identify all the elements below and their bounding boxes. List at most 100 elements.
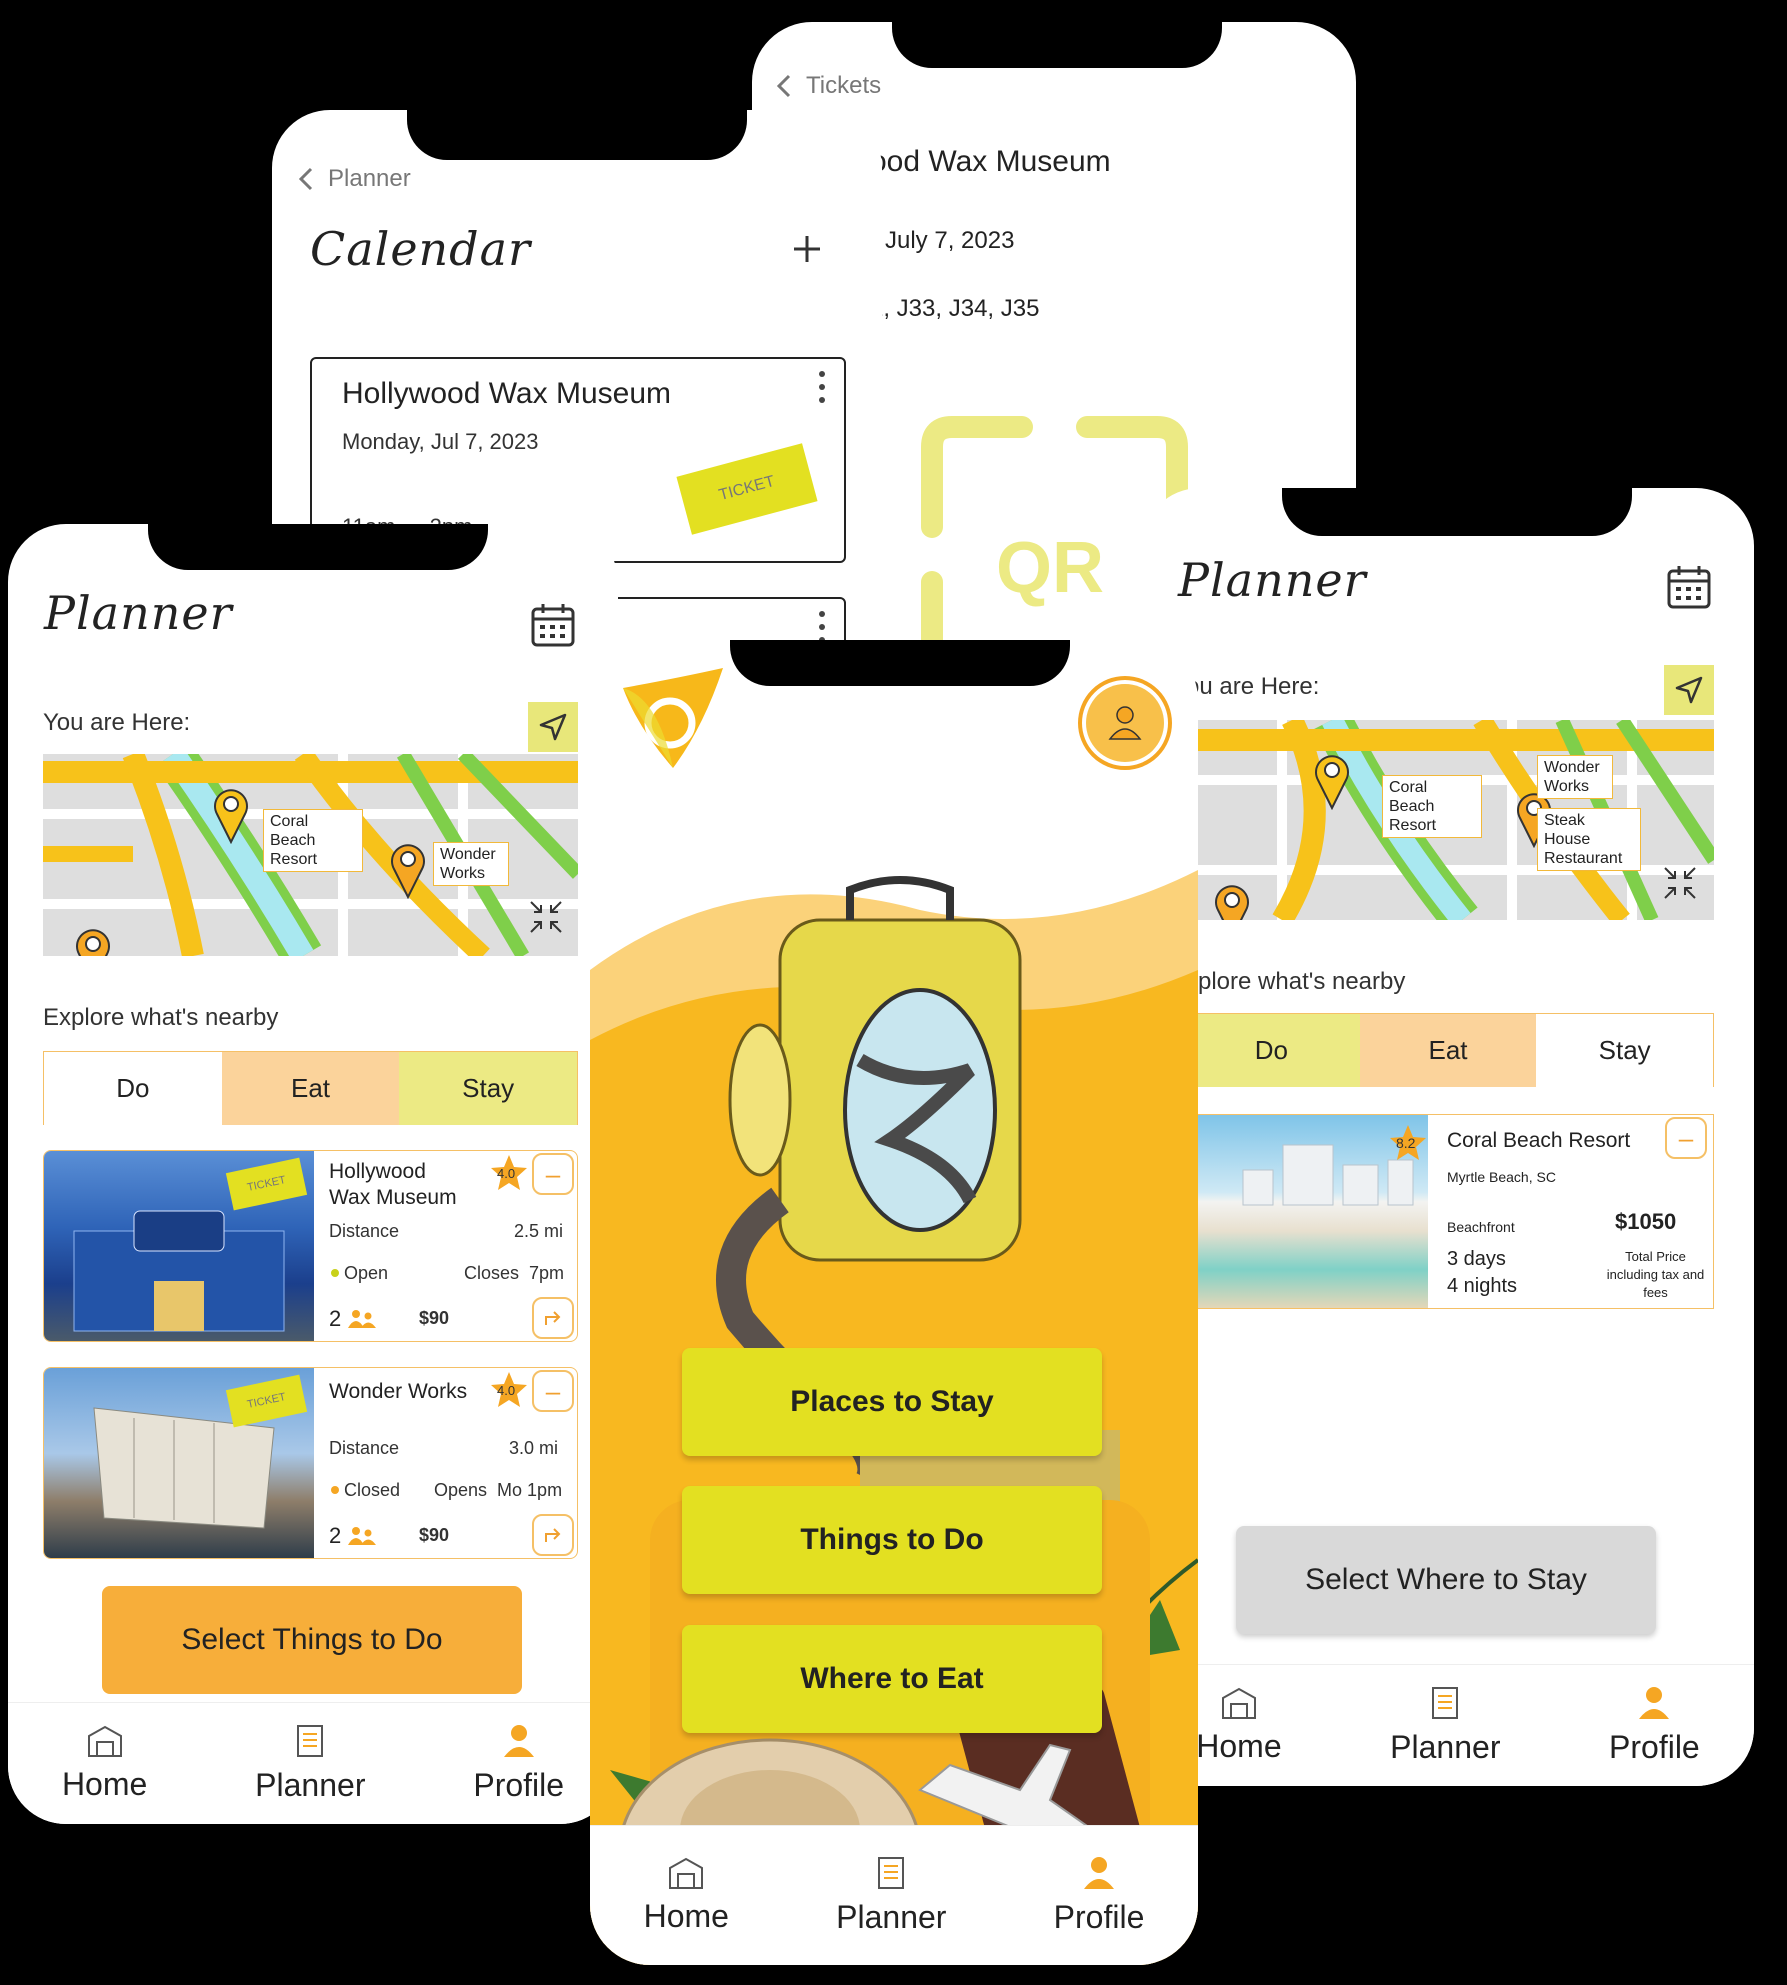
map-label-steak: Steak House Restaurant bbox=[1537, 808, 1641, 871]
category-tabs: Do Eat Stay bbox=[1182, 1013, 1714, 1087]
remove-button[interactable]: – bbox=[1665, 1117, 1707, 1159]
planner-stay-phone: Planner ou are Here: Coral Beach Resort … bbox=[1142, 488, 1754, 1786]
map-label-works: Wonder Works bbox=[1537, 755, 1613, 799]
cta-label: Select Where to Stay bbox=[1305, 1563, 1587, 1596]
remove-button[interactable]: – bbox=[532, 1153, 574, 1195]
nav-home[interactable]: Home bbox=[644, 1856, 729, 1935]
resort-price: $1050 bbox=[1615, 1209, 1677, 1234]
map-view[interactable]: Coral Beach Resort Wonder Works Steak Ho… bbox=[1182, 720, 1714, 920]
ticket-label: TICKET bbox=[246, 1391, 287, 1411]
tab-eat[interactable]: Eat bbox=[221, 1052, 400, 1125]
map-pin-icon[interactable] bbox=[1312, 750, 1352, 810]
you-are-here-label: ou are Here: bbox=[1186, 673, 1320, 700]
resort-nights: 4 nights bbox=[1447, 1275, 1518, 1297]
back-button[interactable]: Planner bbox=[296, 165, 411, 193]
tab-eat[interactable]: Eat bbox=[1359, 1014, 1537, 1087]
collapse-icon[interactable] bbox=[528, 899, 564, 935]
notch bbox=[407, 110, 747, 160]
back-button[interactable]: Tickets bbox=[774, 72, 881, 100]
nav-label: Planner bbox=[1390, 1729, 1501, 1765]
back-label: Planner bbox=[328, 165, 411, 192]
profile-icon bbox=[1108, 706, 1142, 740]
more-vertical-icon[interactable] bbox=[817, 369, 827, 405]
nav-label: Profile bbox=[473, 1767, 565, 1803]
nav-profile[interactable]: Profile bbox=[1609, 1685, 1700, 1766]
where-to-eat-button[interactable]: Where to Eat bbox=[682, 1625, 1102, 1733]
ticket-stamp: TICKET bbox=[676, 443, 818, 535]
plus-icon bbox=[794, 236, 820, 262]
ticket-seats: 2, J33, J34, J35 bbox=[870, 295, 1040, 322]
people-icon bbox=[348, 1310, 376, 1328]
map-label-resort: Coral Beach Resort bbox=[263, 809, 363, 872]
item-name: Hollywood Wax Museum bbox=[329, 1160, 457, 1209]
resort-location: Myrtle Beach, SC bbox=[1447, 1169, 1556, 1185]
locate-button[interactable] bbox=[1664, 665, 1714, 715]
share-button[interactable] bbox=[532, 1297, 574, 1339]
locate-button[interactable] bbox=[528, 702, 578, 752]
profile-avatar-button[interactable] bbox=[1078, 676, 1172, 770]
distance-label: Distance bbox=[329, 1221, 400, 1241]
planner-title: Planner bbox=[1178, 553, 1367, 607]
distance-label: Distance bbox=[329, 1438, 400, 1458]
nav-planner[interactable]: Planner bbox=[1390, 1685, 1500, 1766]
remove-button[interactable]: – bbox=[532, 1370, 574, 1412]
activity-card[interactable]: TICKET Hollywood Wax Museum 4.0 – Distan… bbox=[43, 1150, 578, 1342]
nav-home[interactable]: Home bbox=[62, 1724, 147, 1803]
status-dot bbox=[331, 1486, 339, 1494]
add-event-button[interactable] bbox=[792, 225, 822, 275]
calendar-icon[interactable] bbox=[530, 602, 576, 648]
map-label-resort: Coral Beach Resort bbox=[1382, 775, 1482, 838]
hours-text: Closes 7pm bbox=[464, 1263, 565, 1283]
you-are-here-label: You are Here: bbox=[43, 709, 191, 736]
things-to-do-button[interactable]: Things to Do bbox=[682, 1486, 1102, 1594]
tab-stay[interactable]: Stay bbox=[399, 1052, 578, 1125]
places-to-stay-button[interactable]: Places to Stay bbox=[682, 1348, 1102, 1456]
select-things-to-do-button[interactable]: Select Things to Do bbox=[102, 1586, 522, 1694]
nav-home[interactable]: Home bbox=[1196, 1686, 1282, 1765]
explore-label: xplore what's nearby bbox=[1186, 968, 1406, 995]
rating-value: 4.0 bbox=[497, 1383, 516, 1398]
calendar-title: Calendar bbox=[310, 222, 532, 276]
select-where-to-stay-button[interactable]: Select Where to Stay bbox=[1236, 1526, 1656, 1634]
tab-label: Do bbox=[116, 1073, 150, 1103]
forward-arrow-icon bbox=[545, 1528, 561, 1542]
ticket-label: TICKET bbox=[717, 472, 777, 505]
collapse-icon[interactable] bbox=[1662, 865, 1698, 901]
stay-card[interactable]: 8.2 Coral Beach Resort Myrtle Beach, SC … bbox=[1182, 1114, 1714, 1309]
nav-label: Profile bbox=[1053, 1899, 1145, 1935]
share-button[interactable] bbox=[532, 1514, 574, 1556]
tab-do[interactable]: Do bbox=[1183, 1014, 1360, 1087]
bottom-nav: Home Planner Profile bbox=[590, 1825, 1198, 1965]
home-icon bbox=[87, 1725, 122, 1757]
map-label-works: Wonder Works bbox=[433, 842, 509, 886]
profile-icon bbox=[1084, 1857, 1114, 1889]
event-date: Monday, Jul 7, 2023 bbox=[342, 429, 539, 454]
profile-icon bbox=[503, 1725, 534, 1757]
people-icon bbox=[348, 1527, 376, 1545]
planner-title: Planner bbox=[44, 586, 233, 640]
button-label: Where to Eat bbox=[800, 1662, 984, 1695]
activity-card[interactable]: TICKET Wonder Works 4.0 – Distance 3.0 m… bbox=[43, 1367, 578, 1559]
nav-planner[interactable]: Planner bbox=[255, 1723, 365, 1804]
planner-do-phone: Planner You are Here: Coral Beach Resort… bbox=[8, 524, 618, 1824]
ticket-title: ood Wax Museum bbox=[870, 145, 1111, 178]
map-pin-icon[interactable] bbox=[73, 924, 113, 956]
home-icon bbox=[669, 1857, 704, 1889]
tab-label: Eat bbox=[290, 1073, 331, 1103]
calendar-icon[interactable] bbox=[1666, 564, 1712, 610]
map-pin-icon[interactable] bbox=[1212, 880, 1252, 920]
tab-do[interactable]: Do bbox=[44, 1052, 222, 1125]
map-pin-icon[interactable] bbox=[211, 784, 251, 844]
home-phone: Places to Stay Things to Do Where to Eat… bbox=[590, 640, 1198, 1965]
hours-text: Opens Mo 1pm bbox=[434, 1480, 563, 1500]
resort-name: Coral Beach Resort bbox=[1447, 1129, 1631, 1152]
map-pin-icon[interactable] bbox=[388, 839, 428, 899]
nav-label: Profile bbox=[1609, 1729, 1700, 1765]
tab-label: Do bbox=[1254, 1035, 1288, 1065]
nav-profile[interactable]: Profile bbox=[1053, 1855, 1145, 1936]
nav-profile[interactable]: Profile bbox=[473, 1723, 564, 1804]
nav-planner[interactable]: Planner bbox=[836, 1855, 946, 1936]
map-view[interactable]: Coral Beach Resort Wonder Works bbox=[43, 754, 578, 956]
profile-icon bbox=[1639, 1687, 1670, 1719]
tab-stay[interactable]: Stay bbox=[1536, 1014, 1714, 1087]
